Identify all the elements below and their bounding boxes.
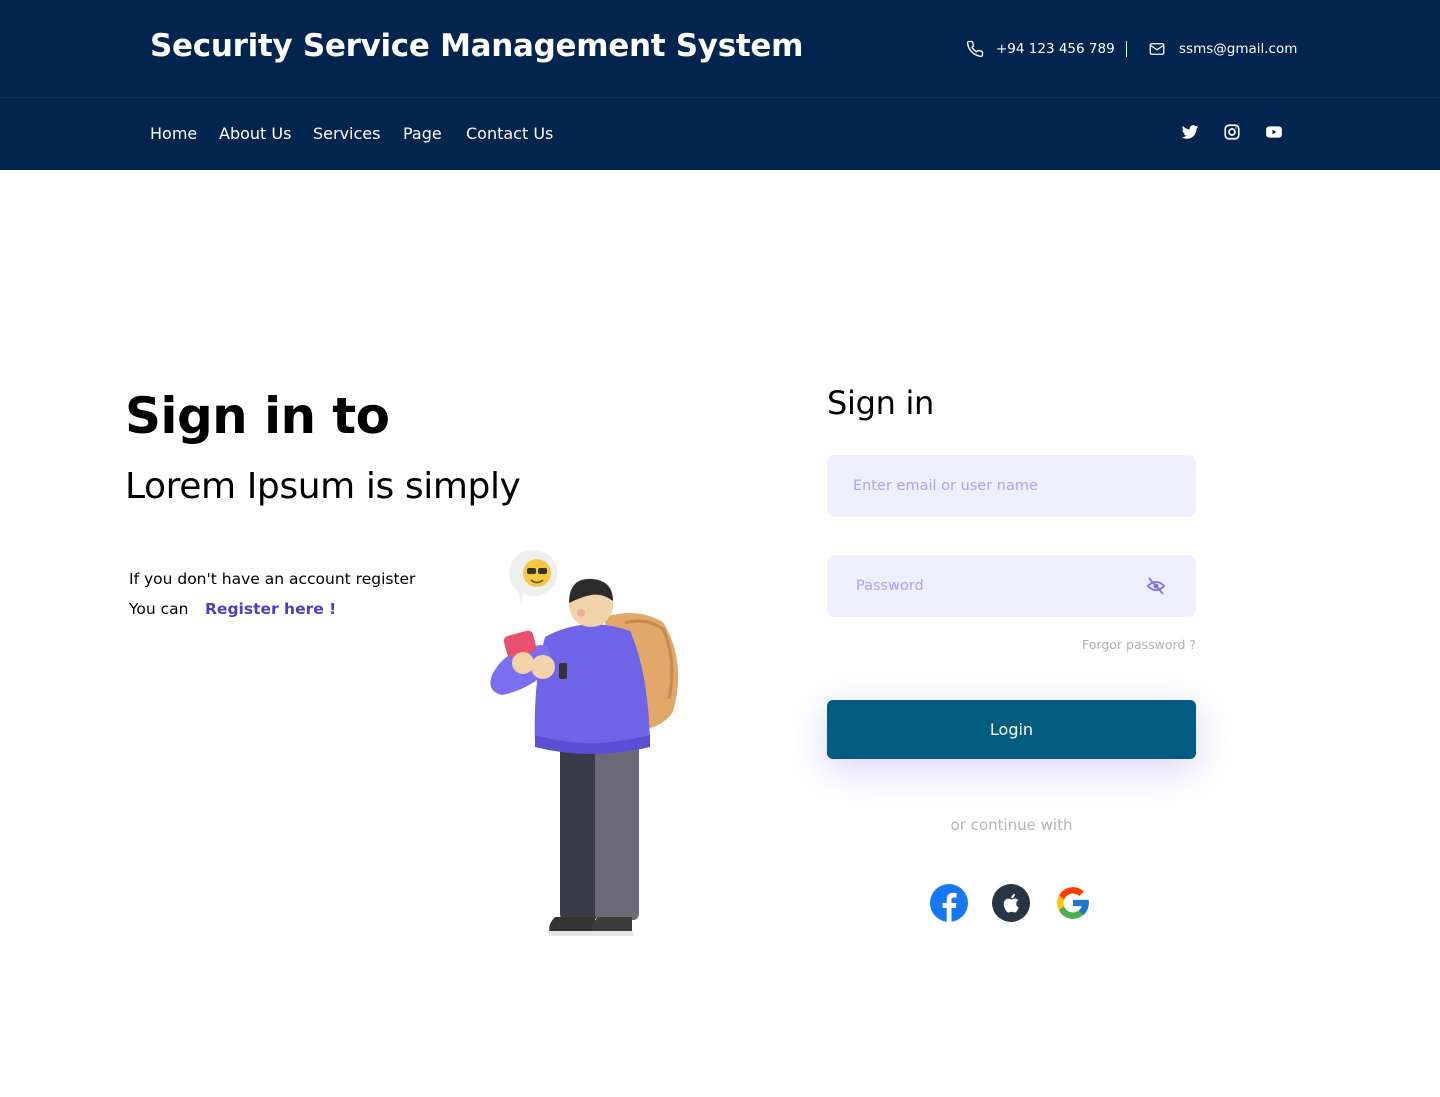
twitter-icon[interactable] bbox=[1181, 123, 1199, 141]
nav-about-us[interactable]: About Us bbox=[219, 124, 291, 143]
continue-with-label: or continue with bbox=[950, 816, 1073, 834]
nav-services[interactable]: Services bbox=[313, 124, 380, 143]
main-nav: Home About Us Services Page Contact Us bbox=[0, 98, 1440, 170]
nav-contact-us[interactable]: Contact Us bbox=[466, 124, 553, 143]
email-address: ssms@gmail.com bbox=[1179, 41, 1298, 57]
register-prefix: You can bbox=[129, 600, 189, 618]
google-icon[interactable] bbox=[1054, 884, 1092, 922]
nav-page[interactable]: Page bbox=[403, 124, 442, 143]
apple-icon[interactable] bbox=[992, 884, 1030, 922]
forgot-password-link[interactable]: Forgor password ? bbox=[1040, 637, 1196, 652]
youtube-icon[interactable] bbox=[1265, 123, 1283, 141]
email-field bbox=[827, 455, 1196, 517]
facebook-icon[interactable] bbox=[930, 884, 968, 922]
hero-title: Sign in to bbox=[125, 387, 390, 445]
password-input[interactable] bbox=[827, 555, 1196, 617]
eye-off-icon[interactable] bbox=[1146, 577, 1166, 595]
email-input[interactable] bbox=[827, 455, 1196, 517]
nav-home[interactable]: Home bbox=[150, 124, 197, 143]
top-header: Security Service Management System +94 1… bbox=[0, 0, 1440, 97]
contact-divider bbox=[1126, 41, 1127, 57]
register-hint: If you don't have an account register bbox=[129, 570, 416, 588]
login-button[interactable]: Login bbox=[827, 700, 1196, 759]
signin-title: Sign in bbox=[827, 384, 935, 422]
email-contact[interactable]: ssms@gmail.com bbox=[1148, 38, 1297, 60]
phone-number: +94 123 456 789 bbox=[996, 41, 1115, 57]
phone-icon bbox=[966, 40, 984, 58]
site-title: Security Service Management System bbox=[150, 28, 804, 64]
password-field bbox=[827, 555, 1196, 617]
mail-icon bbox=[1148, 40, 1166, 58]
instagram-icon[interactable] bbox=[1223, 123, 1241, 141]
register-link[interactable]: Register here ! bbox=[205, 600, 336, 618]
person-illustration bbox=[485, 545, 695, 965]
phone-contact[interactable]: +94 123 456 789 bbox=[966, 38, 1115, 60]
hero-subtitle: Lorem Ipsum is simply bbox=[125, 466, 521, 507]
